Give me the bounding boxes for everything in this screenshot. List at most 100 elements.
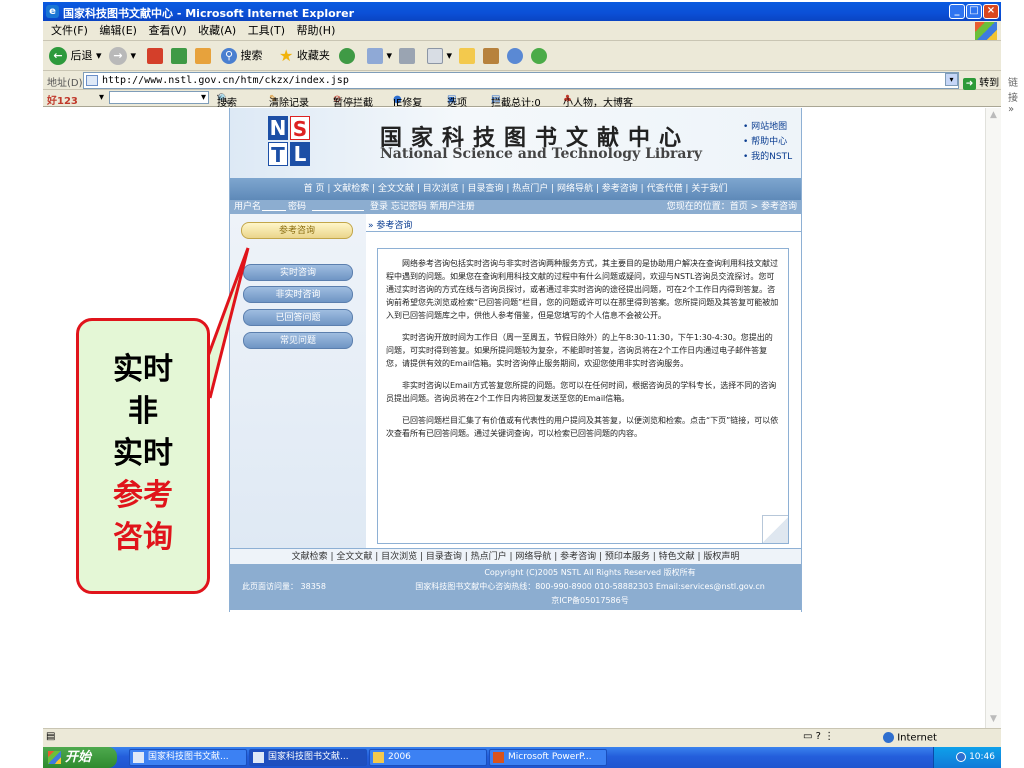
links-button[interactable]: 链接 » xyxy=(1008,74,1018,115)
menu-bar: 文件(F) 编辑(E) 查看(V) 收藏(A) 工具(T) 帮助(H) xyxy=(43,21,1001,41)
home-button[interactable] xyxy=(195,46,211,66)
menu-edit[interactable]: 编辑(E) xyxy=(99,21,137,41)
scroll-down-icon[interactable]: ▼ xyxy=(988,714,999,726)
sitemap-label: 网站地图 xyxy=(751,122,788,132)
minimize-button[interactable]: _ xyxy=(949,4,965,19)
maximize-button[interactable]: □ xyxy=(966,4,982,19)
logo-letter-n: N xyxy=(268,116,288,140)
clear-history-label: 清除记录 xyxy=(269,98,309,109)
zone-label: Internet xyxy=(897,732,937,744)
callout-line-5: 咨询 xyxy=(113,520,173,555)
system-tray: 10:46 xyxy=(933,747,1001,768)
address-input[interactable]: http://www.nstl.gov.cn/htm/ckzx/index.js… xyxy=(83,72,959,89)
go-button[interactable]: ➜ 转到 xyxy=(963,74,999,90)
location-text: 您现在的位置：首页 > 参考咨询 xyxy=(666,202,797,212)
task-powerpoint-label: Microsoft PowerP... xyxy=(508,752,592,762)
task-ie-1[interactable]: 国家科技图书文献... xyxy=(129,749,247,766)
window-title-bar[interactable]: e 国家科技图书文献中心 - Microsoft Internet Explor… xyxy=(43,2,1001,21)
menu-tools[interactable]: 工具(T) xyxy=(248,21,285,41)
refresh-button[interactable] xyxy=(171,46,187,66)
hotline-line: 国家科技图书文献中心咨询热线：800-990-8900 010-58882303… xyxy=(415,582,765,591)
toolbar: ← 后退 ▾ → ▾ ⚲ 搜索 ★ 收藏夹 ▾ ▾ xyxy=(43,41,1001,71)
logo-letter-s: S xyxy=(290,116,310,141)
menu-favorites[interactable]: 收藏(A) xyxy=(198,21,236,41)
side-item-faq[interactable]: 常见问题 xyxy=(243,332,353,349)
task-ie-1-label: 国家科技图书文献... xyxy=(148,752,229,762)
scroll-up-icon[interactable]: ▲ xyxy=(988,110,999,122)
hao123-dropdown[interactable]: ▾ xyxy=(99,92,104,103)
blog-link-label: 小人物，大博客 xyxy=(563,98,633,109)
username-field[interactable] xyxy=(262,202,286,211)
side-item-realtime[interactable]: 实时咨询 xyxy=(243,264,353,281)
links-label: 链接 xyxy=(1008,78,1018,104)
security-zone: Internet xyxy=(883,732,937,744)
task-powerpoint[interactable]: Microsoft PowerP... xyxy=(489,749,607,766)
favorites-label: 收藏夹 xyxy=(296,49,330,62)
messenger-icon xyxy=(507,48,523,64)
side-item-non-realtime[interactable]: 非实时咨询 xyxy=(243,286,353,303)
hao123-button[interactable]: 好123 xyxy=(47,92,78,107)
edit-button[interactable]: ▾ xyxy=(427,46,452,66)
search-label: 搜索 xyxy=(240,49,263,62)
vertical-scrollbar[interactable]: ▲ ▼ xyxy=(985,108,1001,728)
windows-flag-icon xyxy=(48,751,61,764)
password-label: 密码 xyxy=(288,202,307,212)
login-links[interactable]: 登录 忘记密码 新用户注册 xyxy=(370,200,475,214)
windows-logo-icon xyxy=(975,22,997,40)
callout-line-1: 实时 xyxy=(113,352,173,387)
help-link[interactable]: • 帮助中心 xyxy=(743,135,792,150)
clock[interactable]: 10:46 xyxy=(969,752,995,762)
messenger-button[interactable] xyxy=(507,46,523,66)
plugin-search-input[interactable] xyxy=(109,91,209,104)
research-button[interactable] xyxy=(483,46,499,66)
go-label: 转到 xyxy=(979,78,1000,89)
plugin-search-dropdown[interactable]: ▾ xyxy=(201,92,206,103)
my-nstl-link[interactable]: • 我的NSTL xyxy=(743,150,792,165)
task-ie-2[interactable]: 国家科技图书文献... xyxy=(249,749,367,766)
plugin-bar: 好123 ▾ ▾ 🔍 搜索 ▾ ✎ 清除记录 ⊘ 暂停拦截 ● IE修复 ▣ 选项 ▤ 拦截… xyxy=(43,90,1001,109)
address-dropdown[interactable]: ▾ xyxy=(945,73,958,86)
address-label: 地址(D) xyxy=(47,78,83,89)
forward-button[interactable]: → ▾ xyxy=(109,46,136,66)
star-icon: ★ xyxy=(279,46,294,65)
side-item-answered[interactable]: 已回答问题 xyxy=(243,309,353,326)
refresh-icon xyxy=(171,48,187,64)
start-button[interactable]: 开始 xyxy=(43,747,117,768)
pause-block-label: 暂停拦截 xyxy=(333,98,373,109)
menu-file[interactable]: 文件(F) xyxy=(51,21,88,41)
paragraph-non-realtime: 非实时咨询以Email方式答复您所提的问题。您可以在任何时间，根据咨询员的学科专… xyxy=(386,381,777,403)
top-links: • 网站地图 • 帮助中心 • 我的NSTL xyxy=(743,120,792,165)
mail-button[interactable]: ▾ xyxy=(367,46,392,66)
username-label: 用户名 xyxy=(234,202,262,212)
people-button[interactable] xyxy=(531,46,547,66)
favorites-button[interactable]: ★ 收藏夹 xyxy=(279,46,330,66)
close-button[interactable]: × xyxy=(983,4,999,19)
menu-view[interactable]: 查看(V) xyxy=(148,21,186,41)
copyright-block: Copyright (C)2005 NSTL All Rights Reserv… xyxy=(380,566,800,608)
search-button[interactable]: ⚲ 搜索 xyxy=(221,46,263,66)
callout-line-4: 参考 xyxy=(113,478,173,513)
stop-button[interactable] xyxy=(147,46,163,66)
folder-button[interactable] xyxy=(459,46,475,66)
side-main-consult[interactable]: 参考咨询 xyxy=(241,222,353,239)
go-arrow-icon: ➜ xyxy=(963,78,976,90)
ie-task-icon xyxy=(253,752,264,763)
history-button[interactable] xyxy=(339,46,355,66)
tray-icon[interactable] xyxy=(956,751,967,762)
stop-icon xyxy=(147,48,163,64)
site-banner: N S T L 国家科技图书文献中心 National Science and … xyxy=(230,108,801,178)
back-button[interactable]: ← 后退 ▾ xyxy=(49,46,102,66)
task-folder-2006[interactable]: 2006 xyxy=(369,749,487,766)
paragraph-intro: 网络参考咨询包括实时咨询与非实时咨询两种服务方式，其主要目的是协助用户解决在查询… xyxy=(386,259,779,320)
folder-icon xyxy=(459,48,475,64)
annotation-callout: 实时 非 实时 参考 咨询 xyxy=(76,318,210,594)
sitemap-link[interactable]: • 网站地图 xyxy=(743,120,792,135)
edit-icon xyxy=(427,48,443,64)
breadcrumb-divider xyxy=(366,231,801,232)
plugin-search-button[interactable]: 🔍 搜索 ▾ xyxy=(217,92,237,109)
print-button[interactable] xyxy=(399,46,415,66)
password-field[interactable] xyxy=(312,202,364,211)
footer-nav[interactable]: 文献检索 | 全文文献 | 目次浏览 | 目录查询 | 热点门户 | 网络导航 … xyxy=(230,548,801,564)
menu-help[interactable]: 帮助(H) xyxy=(297,21,336,41)
main-nav[interactable]: 首 页 | 文献检索 | 全文文献 | 目次浏览 | 目录查询 | 热点门户 |… xyxy=(230,178,801,200)
